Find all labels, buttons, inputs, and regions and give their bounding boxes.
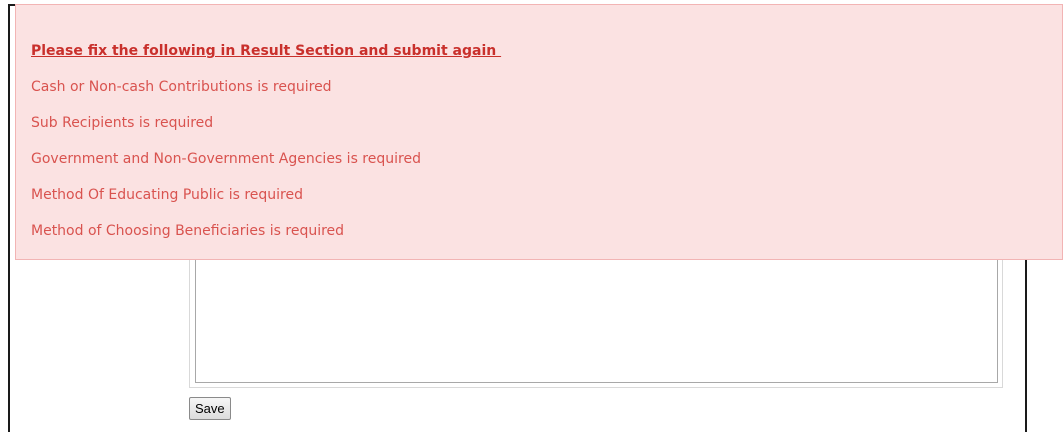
- error-item-educating-public: Method Of Educating Public is required: [31, 187, 304, 203]
- save-button[interactable]: Save: [189, 397, 231, 420]
- error-item-cash-contributions: Cash or Non-cash Contributions is requir…: [31, 79, 332, 95]
- alert-title: Please fix the following in Result Secti…: [31, 43, 502, 59]
- error-item-sub-recipients: Sub Recipients is required: [31, 115, 214, 131]
- error-alert: Please fix the following in Result Secti…: [15, 4, 1063, 260]
- error-item-choosing-beneficiaries: Method of Choosing Beneficiaries is requ…: [31, 223, 345, 239]
- page: Save Please fix the following in Result …: [0, 0, 1063, 432]
- result-textarea[interactable]: [195, 252, 998, 383]
- error-item-agencies: Government and Non-Government Agencies i…: [31, 151, 421, 167]
